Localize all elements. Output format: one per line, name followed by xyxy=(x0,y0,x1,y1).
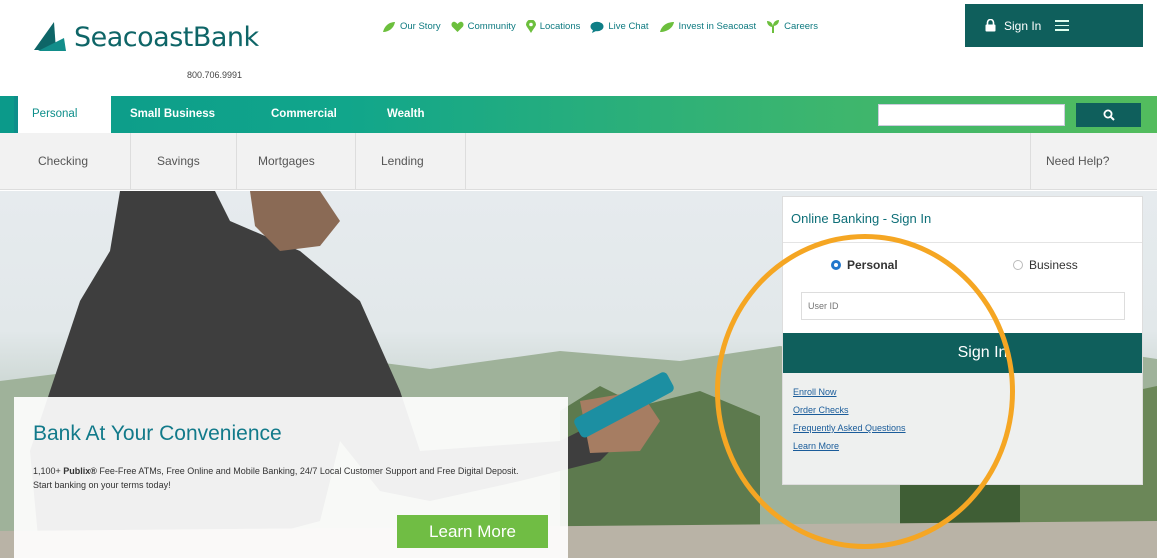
subnav-lending[interactable]: Lending xyxy=(381,133,424,190)
learn-more-button[interactable]: Learn More xyxy=(397,515,548,548)
panel-title: Online Banking - Sign In xyxy=(791,211,932,226)
divider xyxy=(1030,133,1031,190)
radio-business[interactable]: Business xyxy=(1013,258,1078,272)
radio-label: Personal xyxy=(847,258,898,272)
tab-wealth[interactable]: Wealth xyxy=(387,96,425,133)
promo-card: Bank At Your Convenience 1,100+ Publix® … xyxy=(14,397,568,558)
promo-title: Bank At Your Convenience xyxy=(33,422,282,445)
divider xyxy=(465,133,466,190)
promo-body-text: Fee-Free ATMs, Free Online and Mobile Ba… xyxy=(33,466,519,490)
sail-logo-icon xyxy=(34,22,66,51)
promo-body-brand: Publix® xyxy=(63,466,97,476)
divider xyxy=(236,133,237,190)
faq-link[interactable]: Frequently Asked Questions xyxy=(793,423,1142,433)
learn-more-link[interactable]: Learn More xyxy=(793,441,1142,451)
utility-link-community[interactable]: Community xyxy=(451,21,516,33)
tab-personal[interactable]: Personal xyxy=(14,96,111,133)
utility-link-our-story[interactable]: Our Story xyxy=(382,21,441,33)
divider xyxy=(355,133,356,190)
header-sign-in-button[interactable]: Sign In xyxy=(965,4,1143,47)
promo-body-prefix: 1,100+ xyxy=(33,466,64,476)
seacoast-logo[interactable]: SeacoastBank xyxy=(30,20,259,54)
online-banking-panel: Online Banking - Sign In Personal Busine… xyxy=(782,196,1143,485)
promo-body: 1,100+ Publix® Fee-Free ATMs, Free Onlin… xyxy=(33,464,533,492)
utility-link-label: Our Story xyxy=(400,21,441,32)
utility-link-label: Invest in Seacoast xyxy=(678,21,757,32)
tab-small-business[interactable]: Small Business xyxy=(130,96,215,133)
subnav-checking[interactable]: Checking xyxy=(38,133,88,190)
utility-link-label: Careers xyxy=(784,21,818,32)
need-help-link[interactable]: Need Help? xyxy=(1046,133,1109,190)
search-button[interactable] xyxy=(1076,103,1141,127)
user-id-input[interactable] xyxy=(801,292,1125,320)
utility-link-live-chat[interactable]: Live Chat xyxy=(590,21,649,33)
lock-icon xyxy=(985,19,996,32)
chat-bubble-icon xyxy=(590,21,604,33)
utility-nav: Our Story Community Locations Live Chat … xyxy=(382,20,818,33)
heart-icon xyxy=(451,21,464,32)
radio-selected-icon xyxy=(831,260,841,270)
sprout-icon xyxy=(767,20,780,33)
location-pin-icon xyxy=(525,20,536,33)
search-input[interactable] xyxy=(878,104,1065,126)
leaf-icon xyxy=(383,21,395,32)
phone-number[interactable]: 800.706.9991 xyxy=(187,70,242,80)
utility-link-label: Community xyxy=(467,21,516,32)
utility-link-label: Live Chat xyxy=(608,21,649,32)
utility-link-invest[interactable]: Invest in Seacoast xyxy=(659,21,757,33)
hamburger-menu-icon[interactable] xyxy=(1055,20,1070,31)
radio-label: Business xyxy=(1029,258,1078,272)
utility-link-locations[interactable]: Locations xyxy=(525,20,581,33)
utility-link-careers[interactable]: Careers xyxy=(766,20,818,33)
subnav-savings[interactable]: Savings xyxy=(157,133,200,190)
radio-personal[interactable]: Personal xyxy=(831,258,898,272)
utility-link-label: Locations xyxy=(539,21,581,32)
panel-links: Enroll Now Order Checks Frequently Asked… xyxy=(783,373,1142,484)
panel-sign-in-button[interactable]: Sign In xyxy=(783,333,1142,373)
order-checks-link[interactable]: Order Checks xyxy=(793,405,1142,415)
search-icon xyxy=(1103,109,1115,121)
enroll-now-link[interactable]: Enroll Now xyxy=(793,387,1142,397)
sub-nav: Checking Savings Mortgages Lending Need … xyxy=(0,133,1157,190)
brand-name: SeacoastBank xyxy=(74,21,259,53)
divider xyxy=(130,133,131,190)
divider xyxy=(783,242,1142,243)
subnav-mortgages[interactable]: Mortgages xyxy=(258,133,315,190)
site-header: SeacoastBank 800.706.9991 Our Story Comm… xyxy=(0,0,1157,96)
tab-commercial[interactable]: Commercial xyxy=(271,96,337,133)
leaf-icon xyxy=(659,21,674,32)
header-sign-in-label: Sign In xyxy=(1004,18,1042,33)
radio-unselected-icon xyxy=(1013,260,1023,270)
